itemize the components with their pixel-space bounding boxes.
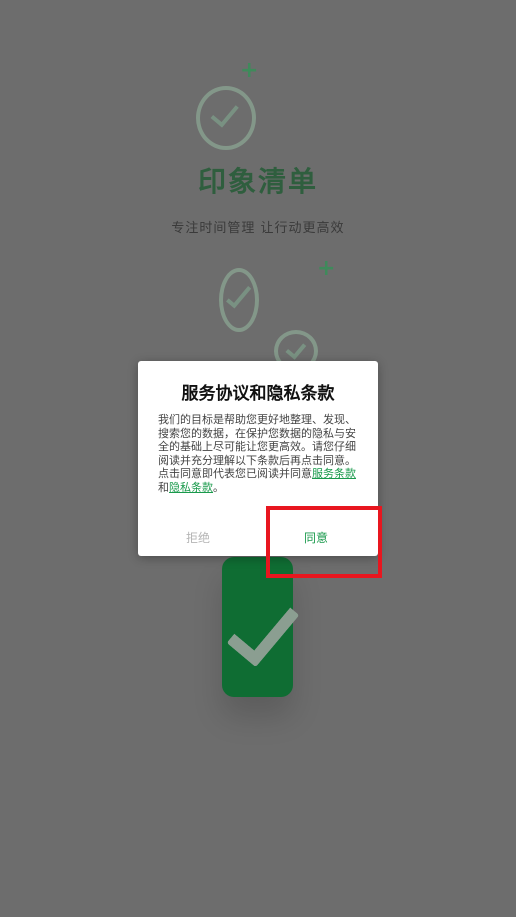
terms-link[interactable]: 服务条款	[312, 467, 356, 480]
dialog-consent-text: 点击同意即代表您已阅读并同意	[158, 467, 312, 480]
privacy-dialog: 服务协议和隐私条款 我们的目标是帮助您更好地整理、发现、搜索您的数据，在保护您数…	[138, 361, 378, 556]
plus-decoration-icon: +	[240, 58, 259, 83]
privacy-link[interactable]: 隐私条款	[169, 481, 213, 494]
plus-decoration-icon: +	[317, 256, 336, 281]
dialog-title: 服务协议和隐私条款	[181, 384, 335, 404]
agree-button[interactable]: 同意	[276, 529, 356, 546]
clipboard-check-icon	[222, 557, 300, 697]
conjunction-text: 和	[158, 480, 169, 494]
period-text: 。	[213, 480, 224, 494]
check-circle-icon	[219, 268, 259, 332]
dialog-body: 我们的目标是帮助您更好地整理、发现、搜索您的数据，在保护您数据的隐私与安全的基础…	[158, 413, 358, 494]
app-subtitle: 专注时间管理 让行动更高效	[171, 221, 345, 236]
check-circle-icon	[196, 86, 256, 150]
app-title: 印象清单	[197, 165, 318, 198]
reject-button[interactable]: 拒绝	[158, 529, 238, 546]
dialog-body-text: 我们的目标是帮助您更好地整理、发现、搜索您的数据，在保护您数据的隐私与安全的基础…	[158, 413, 356, 467]
